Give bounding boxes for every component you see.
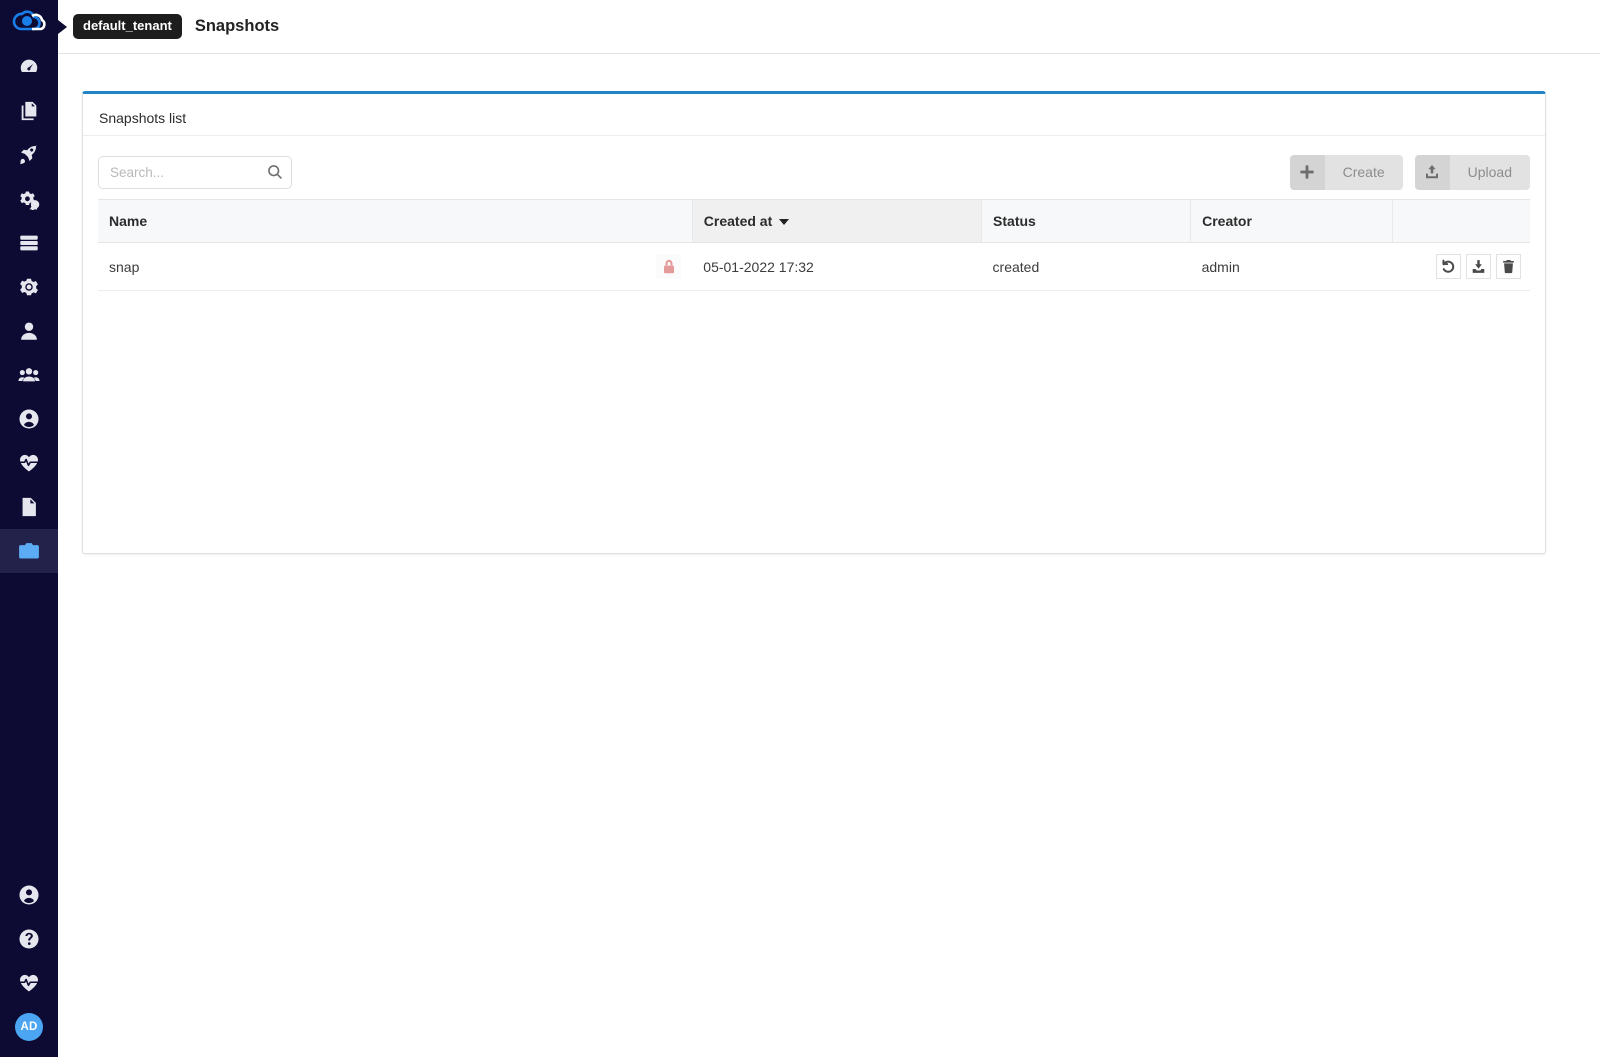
- heartbeat-icon: [19, 974, 39, 992]
- sidebar-item-settings[interactable]: [0, 265, 58, 309]
- deployments-rocket-icon: [20, 145, 37, 165]
- sidebar-item-account[interactable]: [0, 873, 58, 917]
- column-header-created-at[interactable]: Created at: [692, 199, 983, 243]
- panel-body: Create Upload: [83, 136, 1545, 291]
- sidebar-item-user-groups[interactable]: [0, 397, 58, 441]
- create-button-label[interactable]: Create: [1324, 154, 1403, 190]
- sort-descending-icon: [779, 219, 790, 226]
- cell-status: created: [981, 242, 1191, 291]
- breadcrumb-arrow-icon: [58, 20, 67, 34]
- database-server-icon: [20, 235, 38, 251]
- table-header: Name Created at Status Creator: [98, 199, 1530, 243]
- sidebar-item-system-health[interactable]: [0, 441, 58, 485]
- lock-icon: [663, 259, 674, 273]
- panel-header-label: Snapshots list: [99, 109, 187, 126]
- panel-header: Snapshots list: [83, 100, 1545, 136]
- snapshots-panel: Snapshots list Search... Create Upload N…: [82, 91, 1546, 554]
- restore-snapshot-button[interactable]: [1436, 254, 1461, 279]
- restore-undo-icon: [1442, 259, 1455, 273]
- row-actions: [1404, 254, 1521, 279]
- cell-name: snap: [98, 242, 693, 291]
- settings-gear-icon: [20, 278, 38, 296]
- app-logo[interactable]: [0, 0, 58, 45]
- table-body: snap 05-01-2022 17:32 created admin: [98, 242, 1530, 291]
- column-header-actions: [1392, 199, 1530, 243]
- sidebar-item-dashboard[interactable]: [0, 45, 58, 89]
- toolbar: Create Upload: [98, 150, 1530, 194]
- sidebar-bottom-group: AD: [0, 873, 58, 1049]
- user-avatar-button[interactable]: AD: [0, 1005, 58, 1049]
- toolbar-buttons: Create Upload: [1289, 154, 1530, 190]
- create-button-icon-area[interactable]: [1289, 154, 1325, 190]
- cell-actions: [1392, 242, 1530, 291]
- column-header-created-at-label: Created at: [703, 213, 773, 229]
- upload-button[interactable]: Upload: [1414, 154, 1530, 190]
- sidebar-item-user-management[interactable]: [0, 309, 58, 353]
- create-button[interactable]: Create: [1289, 154, 1403, 190]
- download-snapshot-button[interactable]: [1466, 254, 1491, 279]
- sidebar-item-deployments[interactable]: [0, 133, 58, 177]
- lock-icon-box: [656, 254, 682, 279]
- help-question-icon: [19, 929, 39, 949]
- sidebar-item-system-resources[interactable]: [0, 221, 58, 265]
- avatar: AD: [15, 1013, 43, 1041]
- sidebar-item-help[interactable]: [0, 917, 58, 961]
- sidebar-item-services[interactable]: [0, 177, 58, 221]
- user-icon: [21, 322, 37, 340]
- sidebar-item-blueprints[interactable]: [0, 89, 58, 133]
- snapshot-name: snap: [109, 258, 140, 275]
- column-header-status[interactable]: Status: [981, 199, 1192, 243]
- users-group-icon: [18, 368, 40, 382]
- delete-snapshot-button[interactable]: [1496, 254, 1521, 279]
- plus-icon: [1300, 165, 1314, 179]
- search-box: [98, 155, 292, 189]
- sidebar-item-status[interactable]: [0, 961, 58, 1005]
- camera-icon: [19, 543, 39, 559]
- sidebar-item-logs[interactable]: [0, 485, 58, 529]
- sidebar-item-tenants[interactable]: [0, 353, 58, 397]
- user-circle-icon: [19, 409, 39, 429]
- heartbeat-icon: [19, 454, 39, 472]
- page-title: Snapshots: [194, 17, 280, 35]
- sidebar-item-snapshots[interactable]: [0, 529, 58, 573]
- user-circle-icon: [19, 885, 39, 905]
- search-input[interactable]: [98, 155, 292, 189]
- document-icon: [22, 497, 36, 517]
- services-gears-icon: [20, 191, 40, 210]
- top-bar: default_tenant Snapshots: [58, 0, 1600, 54]
- snapshots-table: Name Created at Status Creator snap 05-0…: [98, 199, 1530, 291]
- cell-creator: admin: [1190, 242, 1393, 291]
- upload-button-icon-area[interactable]: [1414, 154, 1450, 190]
- download-icon: [1472, 260, 1485, 273]
- sidebar: AD: [0, 0, 58, 1057]
- blueprints-copy-icon: [21, 101, 37, 121]
- cell-created-at: 05-01-2022 17:32: [692, 242, 982, 291]
- column-header-creator[interactable]: Creator: [1190, 199, 1393, 243]
- cloud-logo-icon: [12, 9, 46, 30]
- trash-icon: [1503, 259, 1514, 274]
- table-row[interactable]: snap 05-01-2022 17:32 created admin: [98, 242, 1530, 291]
- table-header-row: Name Created at Status Creator: [98, 199, 1530, 243]
- dashboard-gauge-icon: [20, 59, 38, 73]
- column-header-name[interactable]: Name: [98, 199, 693, 243]
- search-icon[interactable]: [267, 164, 283, 180]
- upload-button-label[interactable]: Upload: [1449, 154, 1530, 190]
- tenant-badge[interactable]: default_tenant: [73, 14, 182, 39]
- name-cell-content: snap: [109, 254, 683, 279]
- upload-icon: [1426, 165, 1439, 179]
